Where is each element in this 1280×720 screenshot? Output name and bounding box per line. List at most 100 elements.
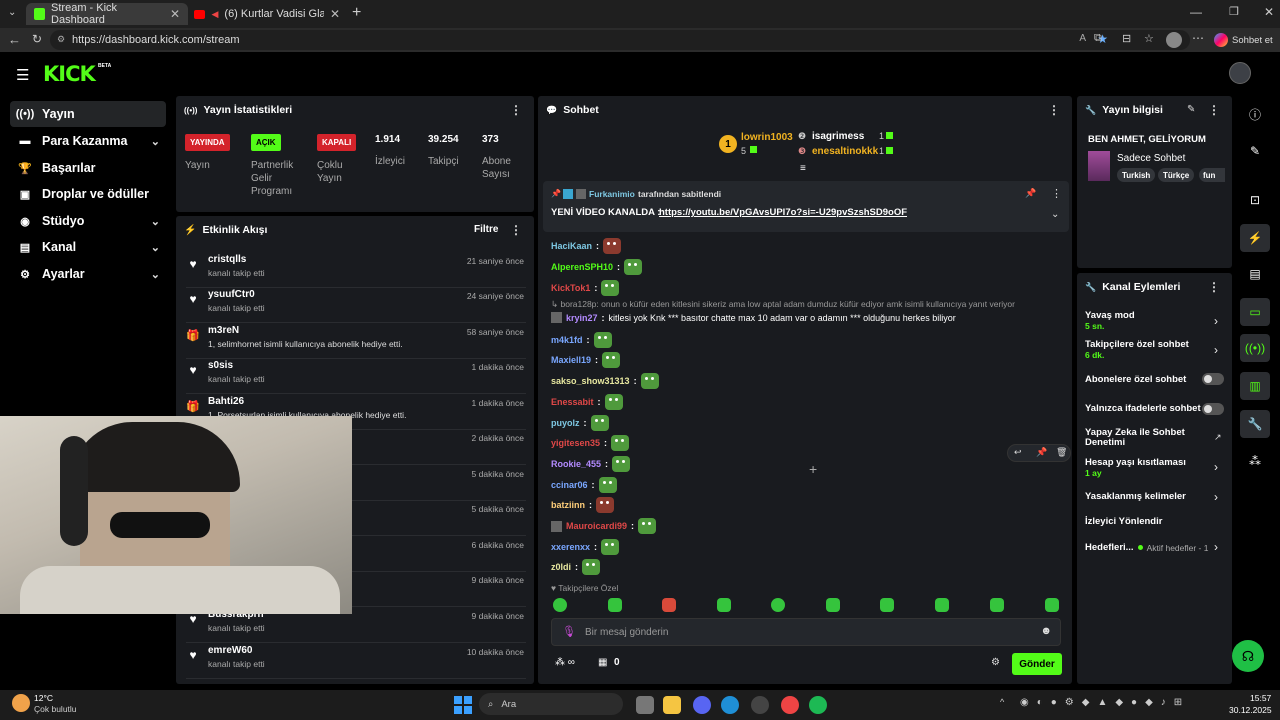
chat-input[interactable]: 🎙 Bir mesaj gönderin ☻ — [551, 618, 1061, 646]
back-icon[interactable]: ← — [8, 32, 21, 47]
chat-username[interactable]: HaciKaan — [551, 241, 592, 251]
emote-icon[interactable] — [601, 280, 620, 296]
tag-chip[interactable]: Türkçe — [1158, 168, 1195, 182]
ai-moderation-link[interactable]: Yapay Zeka ile Sohbet Denetimi — [1085, 428, 1205, 448]
spotify-icon[interactable] — [809, 696, 827, 714]
unpin-icon[interactable]: 📌 — [1025, 188, 1036, 199]
activity-username[interactable]: s0sis — [208, 360, 233, 371]
close-window-icon[interactable]: ✕ — [1264, 5, 1274, 19]
chevron-right-icon[interactable]: › — [1214, 490, 1218, 504]
chevron-right-icon[interactable]: › — [1214, 540, 1218, 554]
extensions-icon[interactable]: ⧉ — [1094, 32, 1102, 45]
pin-icon[interactable]: 📌 — [1036, 447, 1047, 458]
emote-icon[interactable] — [608, 598, 622, 612]
microphone-icon[interactable]: 🎙 — [562, 625, 576, 638]
new-tab-icon[interactable]: + — [352, 4, 361, 22]
read-aloud-icon[interactable]: A — [1079, 33, 1086, 44]
sidebar-item-kanal[interactable]: ▤ Kanal ⌄ — [10, 234, 166, 260]
emote-icon[interactable] — [662, 598, 676, 612]
more-options-icon[interactable]: ⋮ — [1208, 280, 1220, 294]
close-tab-icon[interactable]: ✕ — [330, 7, 340, 21]
chat-username[interactable]: Mauroicardi99 — [566, 521, 627, 531]
pinned-by-user[interactable]: Furkanimio — [589, 189, 635, 199]
site-info-icon[interactable]: ⚙ — [57, 34, 65, 45]
broadcast-icon[interactable]: ((•)) — [1240, 334, 1270, 362]
redirect-viewers-row[interactable]: İzleyici Yönlendir — [1085, 516, 1162, 527]
pinned-more-icon[interactable]: ⋮ — [1051, 187, 1062, 200]
emote-icon[interactable] — [935, 598, 949, 612]
sidebar-item-ayarlar[interactable]: ⚙ Ayarlar ⌄ — [10, 261, 166, 287]
more-options-icon[interactable]: ⋮ — [1208, 103, 1220, 117]
account-age-row[interactable]: Hesap yaşı kısıtlaması 1 ay — [1085, 457, 1186, 478]
more-options-icon[interactable]: ⋮ — [510, 223, 522, 237]
copilot-button[interactable]: Sohbet et — [1214, 31, 1273, 49]
activity-username[interactable]: cristqlls — [208, 254, 246, 265]
tab-list-icon[interactable]: ⌄ — [8, 7, 16, 18]
emote-icon[interactable] — [990, 598, 1004, 612]
activity-username[interactable]: emreW60 — [208, 645, 252, 656]
followers-chat-row[interactable]: Takipçilere özel sohbet 6 dk. — [1085, 339, 1189, 360]
maximize-icon[interactable]: ❐ — [1229, 5, 1239, 18]
more-options-icon[interactable]: ⋮ — [510, 103, 522, 117]
chevron-down-icon[interactable]: ⌄ — [1051, 209, 1059, 220]
chevron-right-icon[interactable]: › — [1214, 314, 1218, 328]
stream-category[interactable]: Sadece Sohbet — [1117, 153, 1185, 164]
emote-icon[interactable] — [582, 559, 601, 575]
tag-chip[interactable]: fun — [1199, 168, 1225, 182]
chat-username[interactable]: m4k1fd — [551, 335, 583, 345]
sidebar-item-studyo[interactable]: ◉ Stüdyo ⌄ — [10, 208, 166, 234]
delete-icon[interactable]: 🗑 — [1056, 447, 1067, 458]
chrome-icon[interactable] — [781, 696, 799, 714]
emote-icon[interactable] — [638, 518, 657, 534]
goals-row[interactable]: Hedefleri... Aktif hedefler - 1 — [1085, 542, 1208, 553]
sidebar-item-droplar[interactable]: ▣ Droplar ve ödüller — [10, 181, 166, 207]
file-explorer-icon[interactable] — [663, 696, 681, 714]
pinned-link[interactable]: https://youtu.be/VpGAvsUPl7o?si=-U29pvSz… — [659, 207, 907, 218]
emote-icon[interactable] — [602, 352, 621, 368]
tab-youtube[interactable]: ◀ (6) Kurtlar Vadisi Gladio Jener ✕ — [186, 3, 348, 25]
chat-username[interactable]: ccinar06 — [551, 480, 588, 490]
chat-username[interactable]: kryin27 — [566, 313, 598, 323]
steam-icon[interactable] — [751, 696, 769, 714]
edge-icon[interactable] — [721, 696, 739, 714]
emote-icon[interactable] — [826, 598, 840, 612]
chat-username[interactable]: z0ldi — [551, 562, 571, 572]
url-field[interactable]: ⚙ https://dashboard.kick.com/stream A ★ — [50, 30, 1190, 50]
wrench-icon[interactable]: 🔧 — [1240, 410, 1270, 438]
audio-icon[interactable]: ◀ — [211, 9, 218, 20]
split-screen-icon[interactable]: ⊟ — [1122, 32, 1131, 45]
send-button[interactable]: Gönder — [1012, 653, 1062, 675]
emotes-only-toggle[interactable] — [1202, 403, 1224, 415]
chat-username[interactable]: KickTok1 — [551, 283, 590, 293]
emoji-icon[interactable]: ☻ — [1040, 625, 1052, 637]
activity-username[interactable]: Bahti26 — [208, 396, 244, 407]
windows-start-icon[interactable] — [454, 696, 472, 714]
category-thumbnail[interactable] — [1088, 151, 1110, 181]
emote-icon[interactable] — [1045, 598, 1059, 612]
more-menu-icon[interactable]: ⋯ — [1192, 31, 1204, 45]
filter-button[interactable]: Filtre — [474, 224, 498, 235]
lightning-icon[interactable]: ⚡ — [1240, 224, 1270, 252]
discord-icon[interactable] — [693, 696, 711, 714]
layout-icon[interactable]: ▥ — [1240, 372, 1270, 400]
banned-words-row[interactable]: Yasaklanmış kelimeler — [1085, 491, 1186, 502]
emote-icon[interactable] — [611, 435, 630, 451]
task-view-icon[interactable] — [636, 696, 654, 714]
kick-logo[interactable]: KICK — [43, 62, 96, 86]
emote-icon[interactable] — [717, 598, 731, 612]
store-icon[interactable]: ▦ — [598, 657, 607, 668]
refresh-icon[interactable]: ↻ — [32, 32, 42, 46]
chat-username[interactable]: AlperenSPH10 — [551, 262, 613, 272]
subs-chat-toggle[interactable] — [1202, 373, 1224, 385]
emote-icon[interactable] — [590, 415, 609, 431]
activity-username[interactable]: ysuufCtr0 — [208, 289, 255, 300]
emote-icon[interactable] — [596, 497, 614, 513]
chat-settings-gear-icon[interactable]: ⚙ — [991, 657, 1000, 668]
leaderboard-user-2[interactable]: isagrimess — [812, 131, 864, 142]
tab-kick-dashboard[interactable]: Stream - Kick Dashboard ✕ — [26, 2, 188, 26]
emote-icon[interactable] — [593, 332, 612, 348]
leaderboard-user-1[interactable]: lowrin1003 — [741, 132, 793, 143]
edit-pencil-icon[interactable]: ✎ — [1240, 137, 1270, 165]
emote-icon[interactable] — [612, 456, 631, 472]
chat-username[interactable]: puyolz — [551, 418, 580, 428]
